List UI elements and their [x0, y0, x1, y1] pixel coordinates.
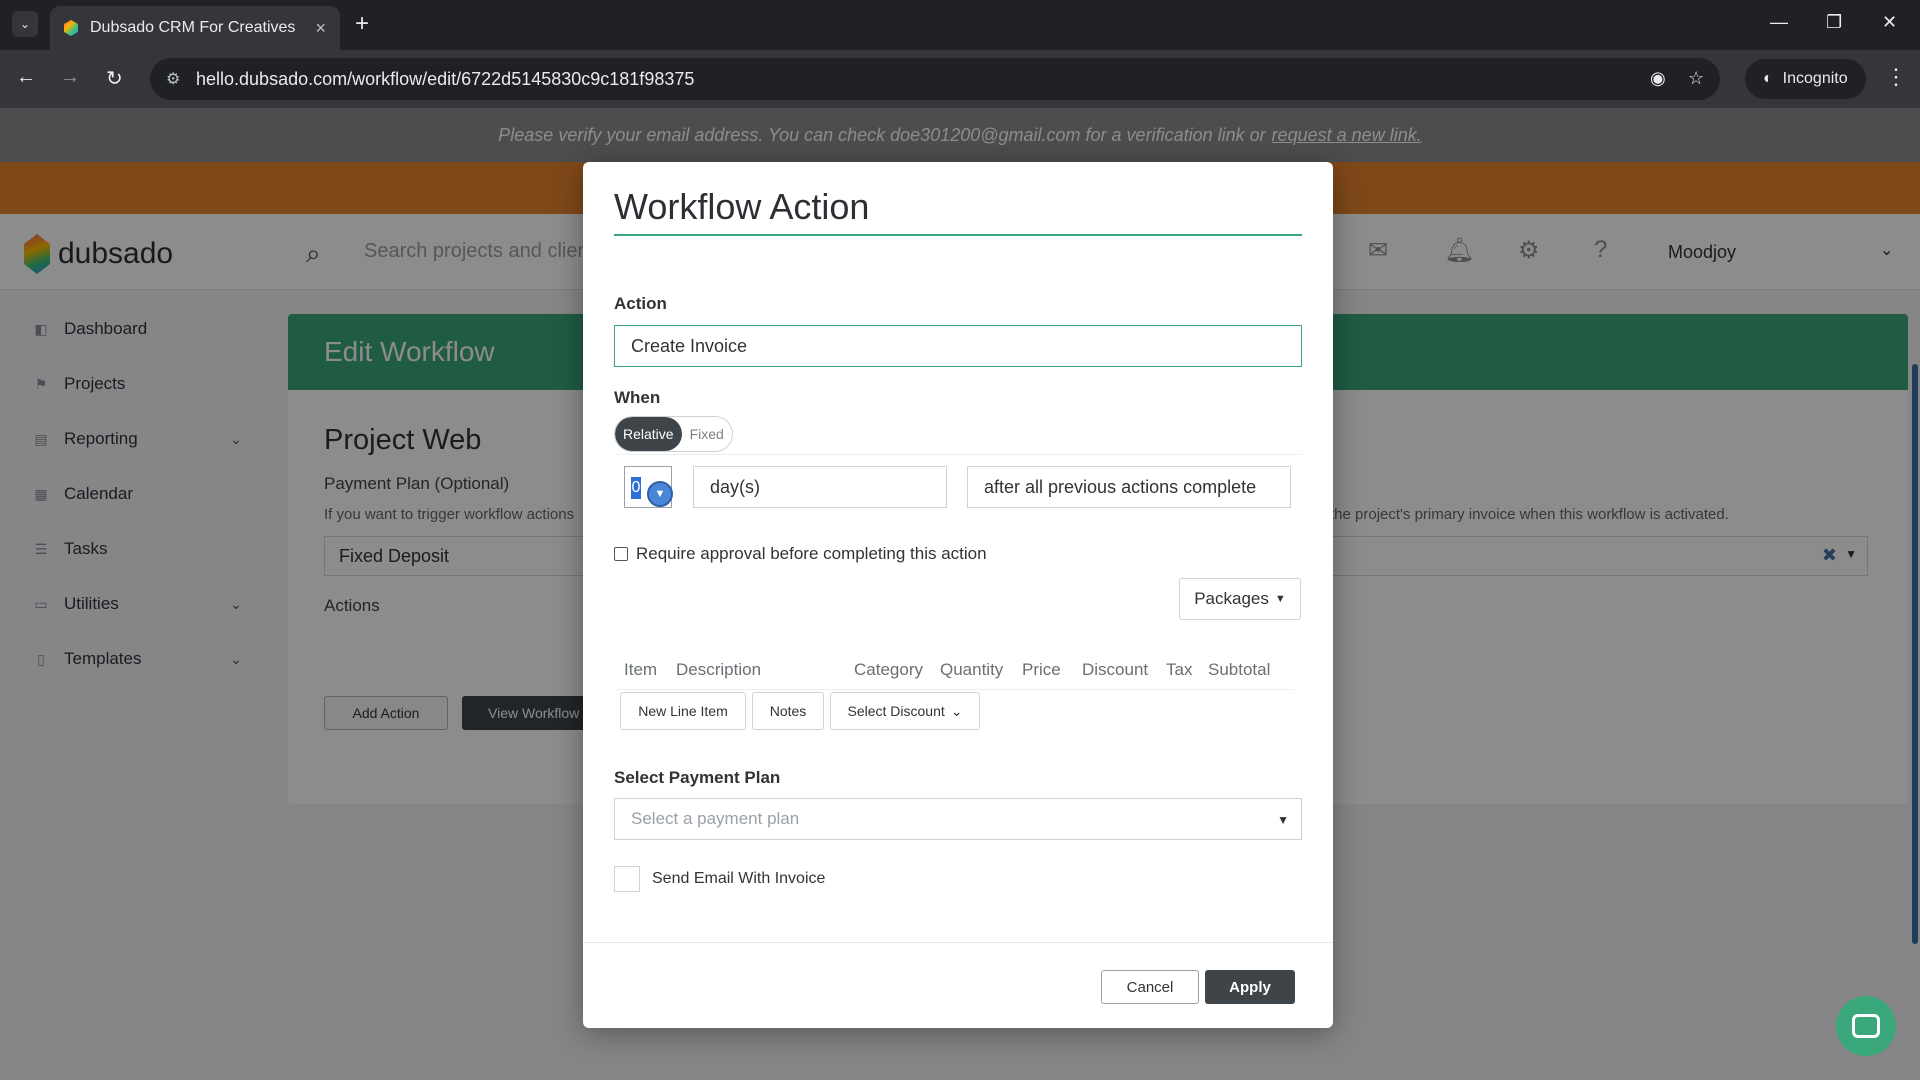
browser-tabbar: ⌄ Dubsado CRM For Creatives × + — ❐ ✕ — [0, 0, 1920, 50]
when-toggle: Relative Fixed — [614, 416, 733, 452]
delay-timing-select[interactable]: after all previous actions complete — [967, 466, 1291, 508]
modal-title: Workflow Action — [614, 186, 870, 227]
col-item: Item — [624, 660, 658, 679]
browser-toolbar: ← → ↻ ⚙ hello.dubsado.com/workflow/edit/… — [0, 50, 1920, 108]
action-label: Action — [614, 294, 667, 313]
line-items-header: Item Description Category Quantity Price… — [614, 650, 1294, 690]
tab-title: Dubsado CRM For Creatives — [90, 19, 296, 36]
select-discount-label: Select Discount — [847, 703, 945, 719]
tab-search-icon[interactable]: ⌄ — [12, 11, 38, 37]
col-price: Price — [1022, 660, 1061, 679]
title-divider — [614, 234, 1302, 236]
select-discount-button[interactable]: Select Discount ⌄ — [830, 692, 980, 730]
action-select[interactable]: Create Invoice — [614, 325, 1302, 367]
eye-off-icon[interactable]: ◉ — [1650, 68, 1666, 89]
bookmark-star-icon[interactable]: ☆ — [1688, 68, 1704, 89]
send-email-label: Send Email With Invoice — [652, 870, 826, 887]
payment-plan-dropdown[interactable]: Select a payment plan ▼ — [614, 798, 1302, 840]
approval-label: Require approval before completing this … — [636, 544, 987, 563]
close-window-icon[interactable]: ✕ — [1882, 12, 1897, 33]
site-settings-icon[interactable]: ⚙ — [166, 69, 180, 89]
apply-button[interactable]: Apply — [1205, 970, 1295, 1004]
new-line-item-button[interactable]: New Line Item — [620, 692, 746, 730]
address-bar[interactable]: ⚙ hello.dubsado.com/workflow/edit/6722d5… — [150, 58, 1720, 100]
back-icon[interactable]: ← — [16, 66, 36, 89]
workflow-action-modal: Workflow Action Action Create Invoice Wh… — [583, 162, 1333, 1028]
chat-icon — [1852, 1014, 1880, 1038]
chevron-down-icon: ⌄ — [950, 702, 963, 719]
incognito-icon: ◐ — [1763, 70, 1773, 87]
incognito-badge[interactable]: ◐ Incognito — [1745, 59, 1866, 99]
browser-menu-icon[interactable]: ⋮ — [1885, 64, 1907, 90]
packages-button[interactable]: Packages ▼ — [1179, 578, 1301, 620]
delay-unit-select[interactable]: day(s) — [693, 466, 947, 508]
col-quantity: Quantity — [940, 660, 1004, 679]
tab-close-icon[interactable]: × — [315, 18, 326, 39]
new-tab-icon[interactable]: + — [355, 10, 369, 38]
caret-down-icon: ▼ — [1274, 593, 1286, 605]
chat-launcher[interactable] — [1836, 996, 1896, 1056]
approval-checkbox[interactable] — [614, 547, 628, 561]
browser-tab[interactable]: Dubsado CRM For Creatives × — [50, 6, 340, 50]
toggle-relative[interactable]: Relative — [615, 417, 682, 451]
col-description: Description — [676, 660, 762, 679]
select-payment-plan-label: Select Payment Plan — [614, 768, 781, 787]
notes-button[interactable]: Notes — [752, 692, 824, 730]
delay-number-input[interactable]: 0 ▼ — [624, 466, 673, 508]
col-category: Category — [854, 660, 923, 679]
minimize-icon[interactable]: — — [1770, 12, 1788, 33]
when-label: When — [614, 388, 661, 407]
incognito-label: Incognito — [1782, 70, 1848, 87]
toggle-fixed[interactable]: Fixed — [682, 417, 732, 451]
dubsado-favicon-icon — [64, 20, 78, 36]
col-discount: Discount — [1082, 660, 1149, 679]
col-subtotal: Subtotal — [1208, 660, 1271, 679]
send-email-option[interactable]: Send Email With Invoice — [614, 866, 825, 892]
packages-label: Packages — [1194, 589, 1269, 608]
url-text: hello.dubsado.com/workflow/edit/6722d514… — [196, 68, 695, 89]
forward-icon[interactable]: → — [60, 66, 80, 89]
require-approval[interactable]: Require approval before completing this … — [614, 544, 987, 564]
delay-number-value: 0 — [631, 477, 641, 499]
restore-icon[interactable]: ❐ — [1826, 12, 1842, 33]
spinner-down-icon[interactable]: ▼ — [647, 481, 673, 507]
caret-down-icon: ▼ — [1277, 813, 1289, 827]
reload-icon[interactable]: ↻ — [106, 66, 123, 91]
when-divider — [614, 454, 1302, 455]
footer-divider — [583, 942, 1333, 943]
send-email-checkbox[interactable] — [614, 866, 640, 892]
cancel-button[interactable]: Cancel — [1101, 970, 1199, 1004]
payment-plan-placeholder: Select a payment plan — [631, 809, 800, 828]
col-tax: Tax — [1166, 660, 1193, 679]
